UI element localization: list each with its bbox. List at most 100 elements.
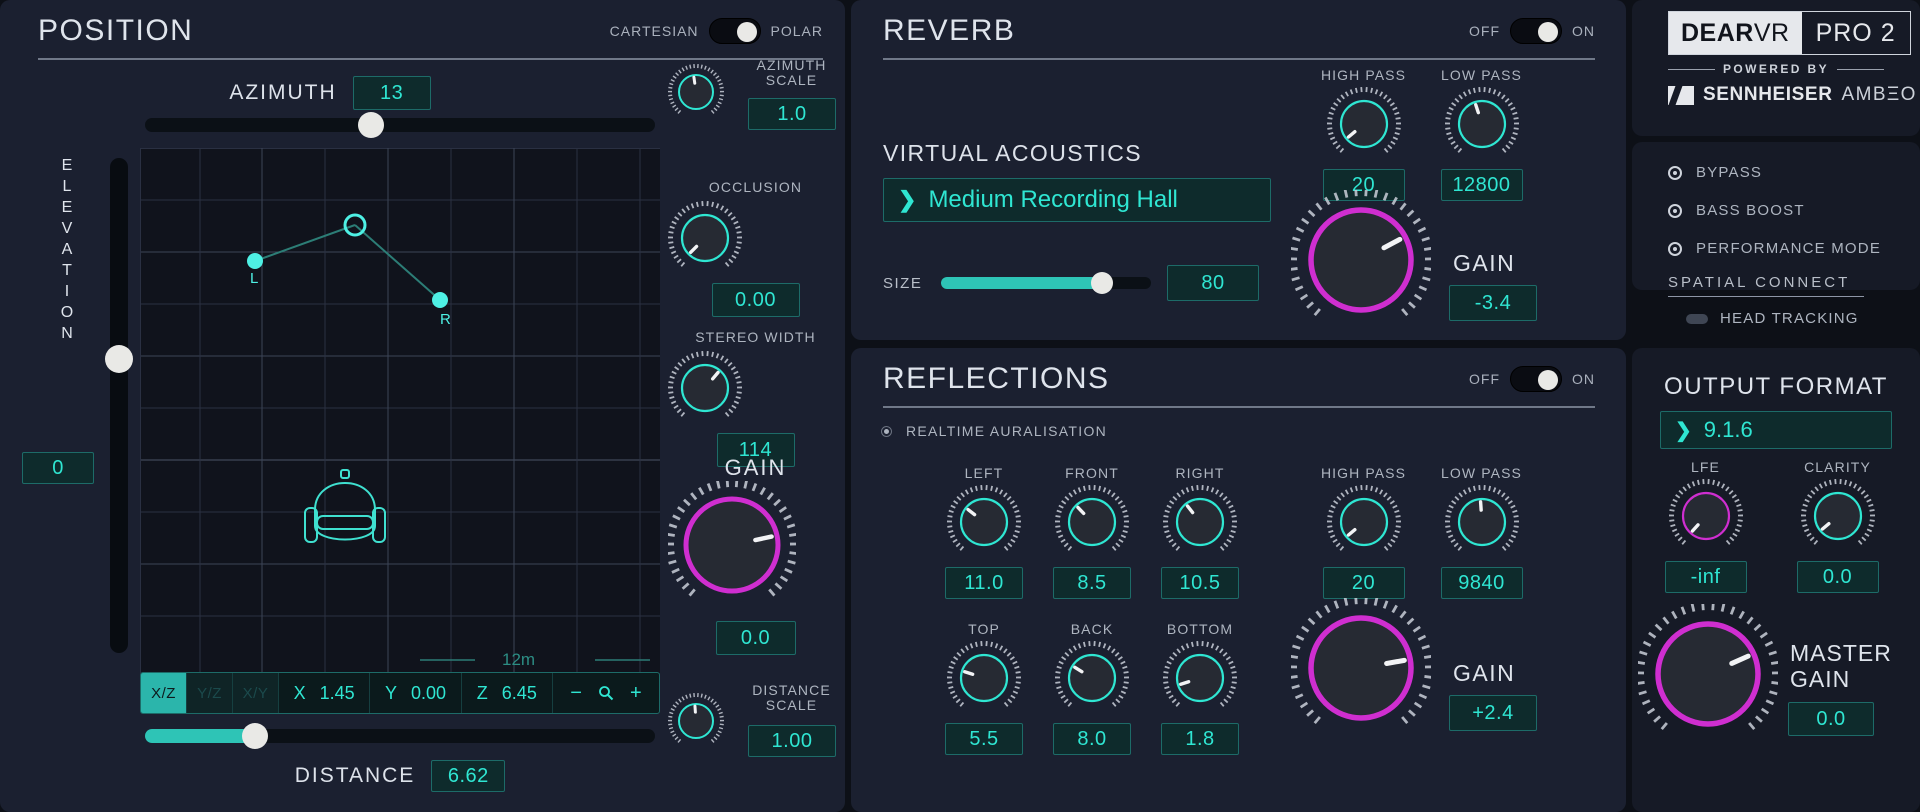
occlusion-knob[interactable] (668, 201, 742, 275)
reflections-front-value[interactable]: 8.5 (1053, 567, 1131, 599)
view-tab-yz[interactable]: Y/Z (187, 673, 233, 713)
position-gain-knob[interactable] (668, 481, 796, 609)
reflections-header: REFLECTIONS OFF ON (883, 362, 1595, 408)
elevation-value[interactable]: 0 (22, 452, 94, 484)
reverb-divider (883, 58, 1595, 60)
search-icon[interactable] (598, 685, 614, 701)
output-format-title: OUTPUT FORMAT (1632, 373, 1920, 401)
virtual-acoustics-preset-select[interactable]: ❯ Medium Recording Hall (883, 178, 1271, 222)
reflections-high-pass-value[interactable]: 20 (1323, 567, 1405, 599)
distance-value[interactable]: 6.62 (431, 760, 505, 792)
distance-slider[interactable] (145, 729, 655, 743)
head-tracking-toggle[interactable]: HEAD TRACKING (1686, 310, 1859, 327)
reverb-low-pass-knob[interactable] (1445, 87, 1519, 161)
distance-slider-handle[interactable] (242, 723, 268, 749)
output-format-select[interactable]: ❯ 9.1.6 (1660, 411, 1892, 449)
elevation-label-block: ELEVATION (20, 155, 115, 344)
reverb-size-slider[interactable] (941, 277, 1151, 289)
reflections-high-pass-knob[interactable] (1327, 485, 1401, 559)
reflections-power-toggle[interactable]: OFF ON (1469, 366, 1595, 392)
zoom-in-button[interactable]: + (630, 682, 642, 705)
position-graph-svg: L R (140, 148, 660, 673)
realtime-auralisation-option[interactable]: REALTIME AURALISATION (881, 423, 1107, 439)
reflections-power-switch[interactable] (1510, 366, 1562, 392)
reflections-back-knob[interactable] (1055, 641, 1129, 715)
stereo-width-knob[interactable] (668, 351, 742, 425)
reflections-back-group: BACK 8.0 (1037, 622, 1147, 755)
reflections-divider (883, 406, 1595, 408)
reflections-front-knob[interactable] (1055, 485, 1129, 559)
reverb-gain-knob[interactable] (1291, 190, 1431, 330)
reflections-top-knob[interactable] (947, 641, 1021, 715)
master-gain-knob[interactable] (1638, 604, 1778, 744)
chevron-right-icon: ❯ (1675, 418, 1692, 443)
stereo-width-label: STEREO WIDTH (668, 330, 843, 345)
azimuth-scale-knob[interactable] (668, 64, 724, 120)
reflections-gain-knob[interactable] (1291, 598, 1431, 738)
reflections-left-knob[interactable] (947, 485, 1021, 559)
azimuth-slider[interactable] (145, 118, 655, 132)
reflections-left-group: LEFT 11.0 (929, 466, 1039, 599)
reflections-back-label: BACK (1071, 622, 1114, 637)
azimuth-value[interactable]: 13 (353, 76, 431, 110)
option-bypass-label: BYPASS (1696, 164, 1762, 181)
ambeo-label: AMBΞO (1842, 84, 1917, 106)
rule-right (1837, 69, 1884, 70)
azimuth-scale-value[interactable]: 1.0 (748, 98, 836, 130)
elevation-slider-handle[interactable] (105, 345, 133, 373)
reverb-size-handle[interactable] (1091, 272, 1113, 294)
master-gain-value[interactable]: 0.0 (1788, 702, 1874, 736)
reverb-power-toggle[interactable]: OFF ON (1469, 18, 1595, 44)
reflections-right-knob[interactable] (1163, 485, 1237, 559)
reflections-bottom-value[interactable]: 1.8 (1161, 723, 1239, 755)
reflections-gain-value[interactable]: +2.4 (1449, 695, 1537, 731)
coord-x[interactable]: X 1.45 (279, 673, 370, 713)
coord-y-axis: Y (385, 683, 397, 704)
reverb-low-pass-value[interactable]: 12800 (1441, 169, 1523, 201)
zoom-out-button[interactable]: − (570, 682, 582, 705)
reflections-left-value[interactable]: 11.0 (945, 567, 1023, 599)
azimuth-slider-handle[interactable] (358, 112, 384, 138)
option-bass-boost[interactable]: BASS BOOST (1668, 202, 1805, 219)
reflections-off-label: OFF (1469, 371, 1500, 387)
coord-z[interactable]: Z 6.45 (462, 673, 553, 713)
lfe-value[interactable]: -inf (1665, 561, 1747, 593)
cartesian-polar-switch[interactable] (709, 18, 761, 44)
view-tab-xy[interactable]: X/Y (233, 673, 279, 713)
view-tab-xz[interactable]: X/Z (141, 673, 187, 713)
reverb-size-value[interactable]: 80 (1167, 265, 1259, 301)
position-gain-value[interactable]: 0.0 (716, 621, 796, 655)
distance-scale-knob[interactable] (668, 693, 724, 749)
logo-dear: DEAR (1681, 19, 1754, 48)
option-performance-mode[interactable]: PERFORMANCE MODE (1668, 240, 1881, 257)
elevation-slider[interactable] (110, 158, 128, 653)
reflections-left-label: LEFT (965, 466, 1004, 481)
occlusion-group: OCCLUSION 0.00 (668, 180, 843, 317)
clarity-knob[interactable] (1801, 479, 1875, 553)
reflections-low-pass-knob[interactable] (1445, 485, 1519, 559)
reverb-power-switch[interactable] (1510, 18, 1562, 44)
grid-lines (140, 148, 660, 673)
position-graph[interactable]: L R (140, 148, 660, 673)
head-tracking-switch[interactable] (1686, 314, 1708, 324)
occlusion-value[interactable]: 0.00 (712, 283, 800, 317)
coord-y[interactable]: Y 0.00 (370, 673, 461, 713)
coord-z-axis: Z (477, 683, 488, 704)
lfe-group: LFE -inf (1648, 460, 1763, 593)
reflections-low-pass-value[interactable]: 9840 (1441, 567, 1523, 599)
reflections-top-value[interactable]: 5.5 (945, 723, 1023, 755)
view-plane-bar: X/Z Y/Z X/Y X 1.45 Y 0.00 Z 6.45 − (140, 672, 660, 714)
coordinate-mode-toggle[interactable]: CARTESIAN POLAR (610, 18, 823, 44)
distance-scale-value[interactable]: 1.00 (748, 725, 836, 757)
reflections-back-value[interactable]: 8.0 (1053, 723, 1131, 755)
reverb-high-pass-knob[interactable] (1327, 87, 1401, 161)
reflections-bottom-knob[interactable] (1163, 641, 1237, 715)
right-marker-label: R (440, 311, 451, 328)
clarity-value[interactable]: 0.0 (1797, 561, 1879, 593)
azimuth-row: AZIMUTH 13 (0, 76, 660, 110)
reflections-right-value[interactable]: 10.5 (1161, 567, 1239, 599)
reverb-gain-value[interactable]: -3.4 (1449, 285, 1537, 321)
lfe-knob[interactable] (1669, 479, 1743, 553)
distance-scale-group: DISTANCESCALE 1.00 (668, 685, 843, 755)
option-bypass[interactable]: BYPASS (1668, 164, 1762, 181)
